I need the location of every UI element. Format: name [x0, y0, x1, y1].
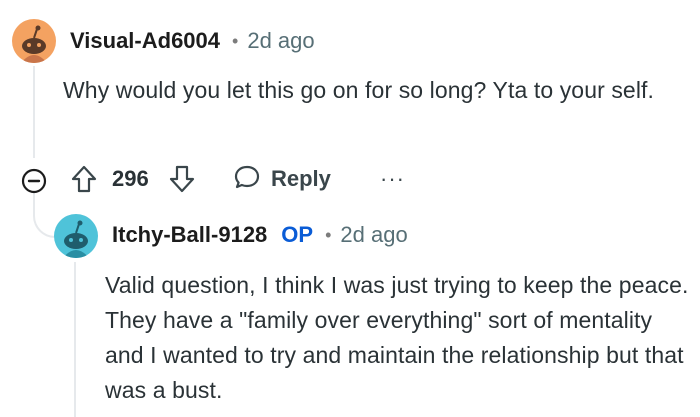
avatar[interactable] [54, 214, 98, 258]
separator-dot: • [325, 224, 332, 245]
comment-body: Why would you let this go on for so long… [63, 77, 655, 103]
avatar[interactable] [12, 19, 56, 63]
vote-count: 296 [112, 166, 149, 191]
timestamp[interactable]: 2d ago [340, 222, 407, 248]
separator-dot: • [232, 30, 239, 51]
downvote-arrow-icon[interactable] [168, 164, 196, 199]
reddit-snoo-avatar-icon [12, 19, 56, 63]
username[interactable]: Visual-Ad6004 [70, 28, 220, 54]
thread-line [33, 66, 35, 158]
upvote-arrow-icon[interactable] [70, 164, 98, 199]
username[interactable]: Itchy-Ball-9128 [112, 222, 267, 248]
reply-button[interactable]: Reply [233, 162, 331, 196]
reply-thread-line [74, 262, 76, 417]
timestamp[interactable]: 2d ago [247, 28, 314, 54]
reply-label: Reply [271, 166, 331, 191]
more-options-button[interactable]: ··· [380, 162, 405, 196]
comment-header: Visual-Ad6004 • 2d ago [70, 28, 315, 54]
collapse-minus-icon[interactable] [21, 168, 47, 194]
speech-bubble-icon [233, 163, 261, 196]
op-badge: OP [281, 222, 314, 247]
reply-body: Valid question, I think I was just tryin… [105, 272, 689, 403]
reply-header: Itchy-Ball-9128 OP • 2d ago [112, 222, 408, 248]
reddit-snoo-avatar-icon [54, 214, 98, 258]
